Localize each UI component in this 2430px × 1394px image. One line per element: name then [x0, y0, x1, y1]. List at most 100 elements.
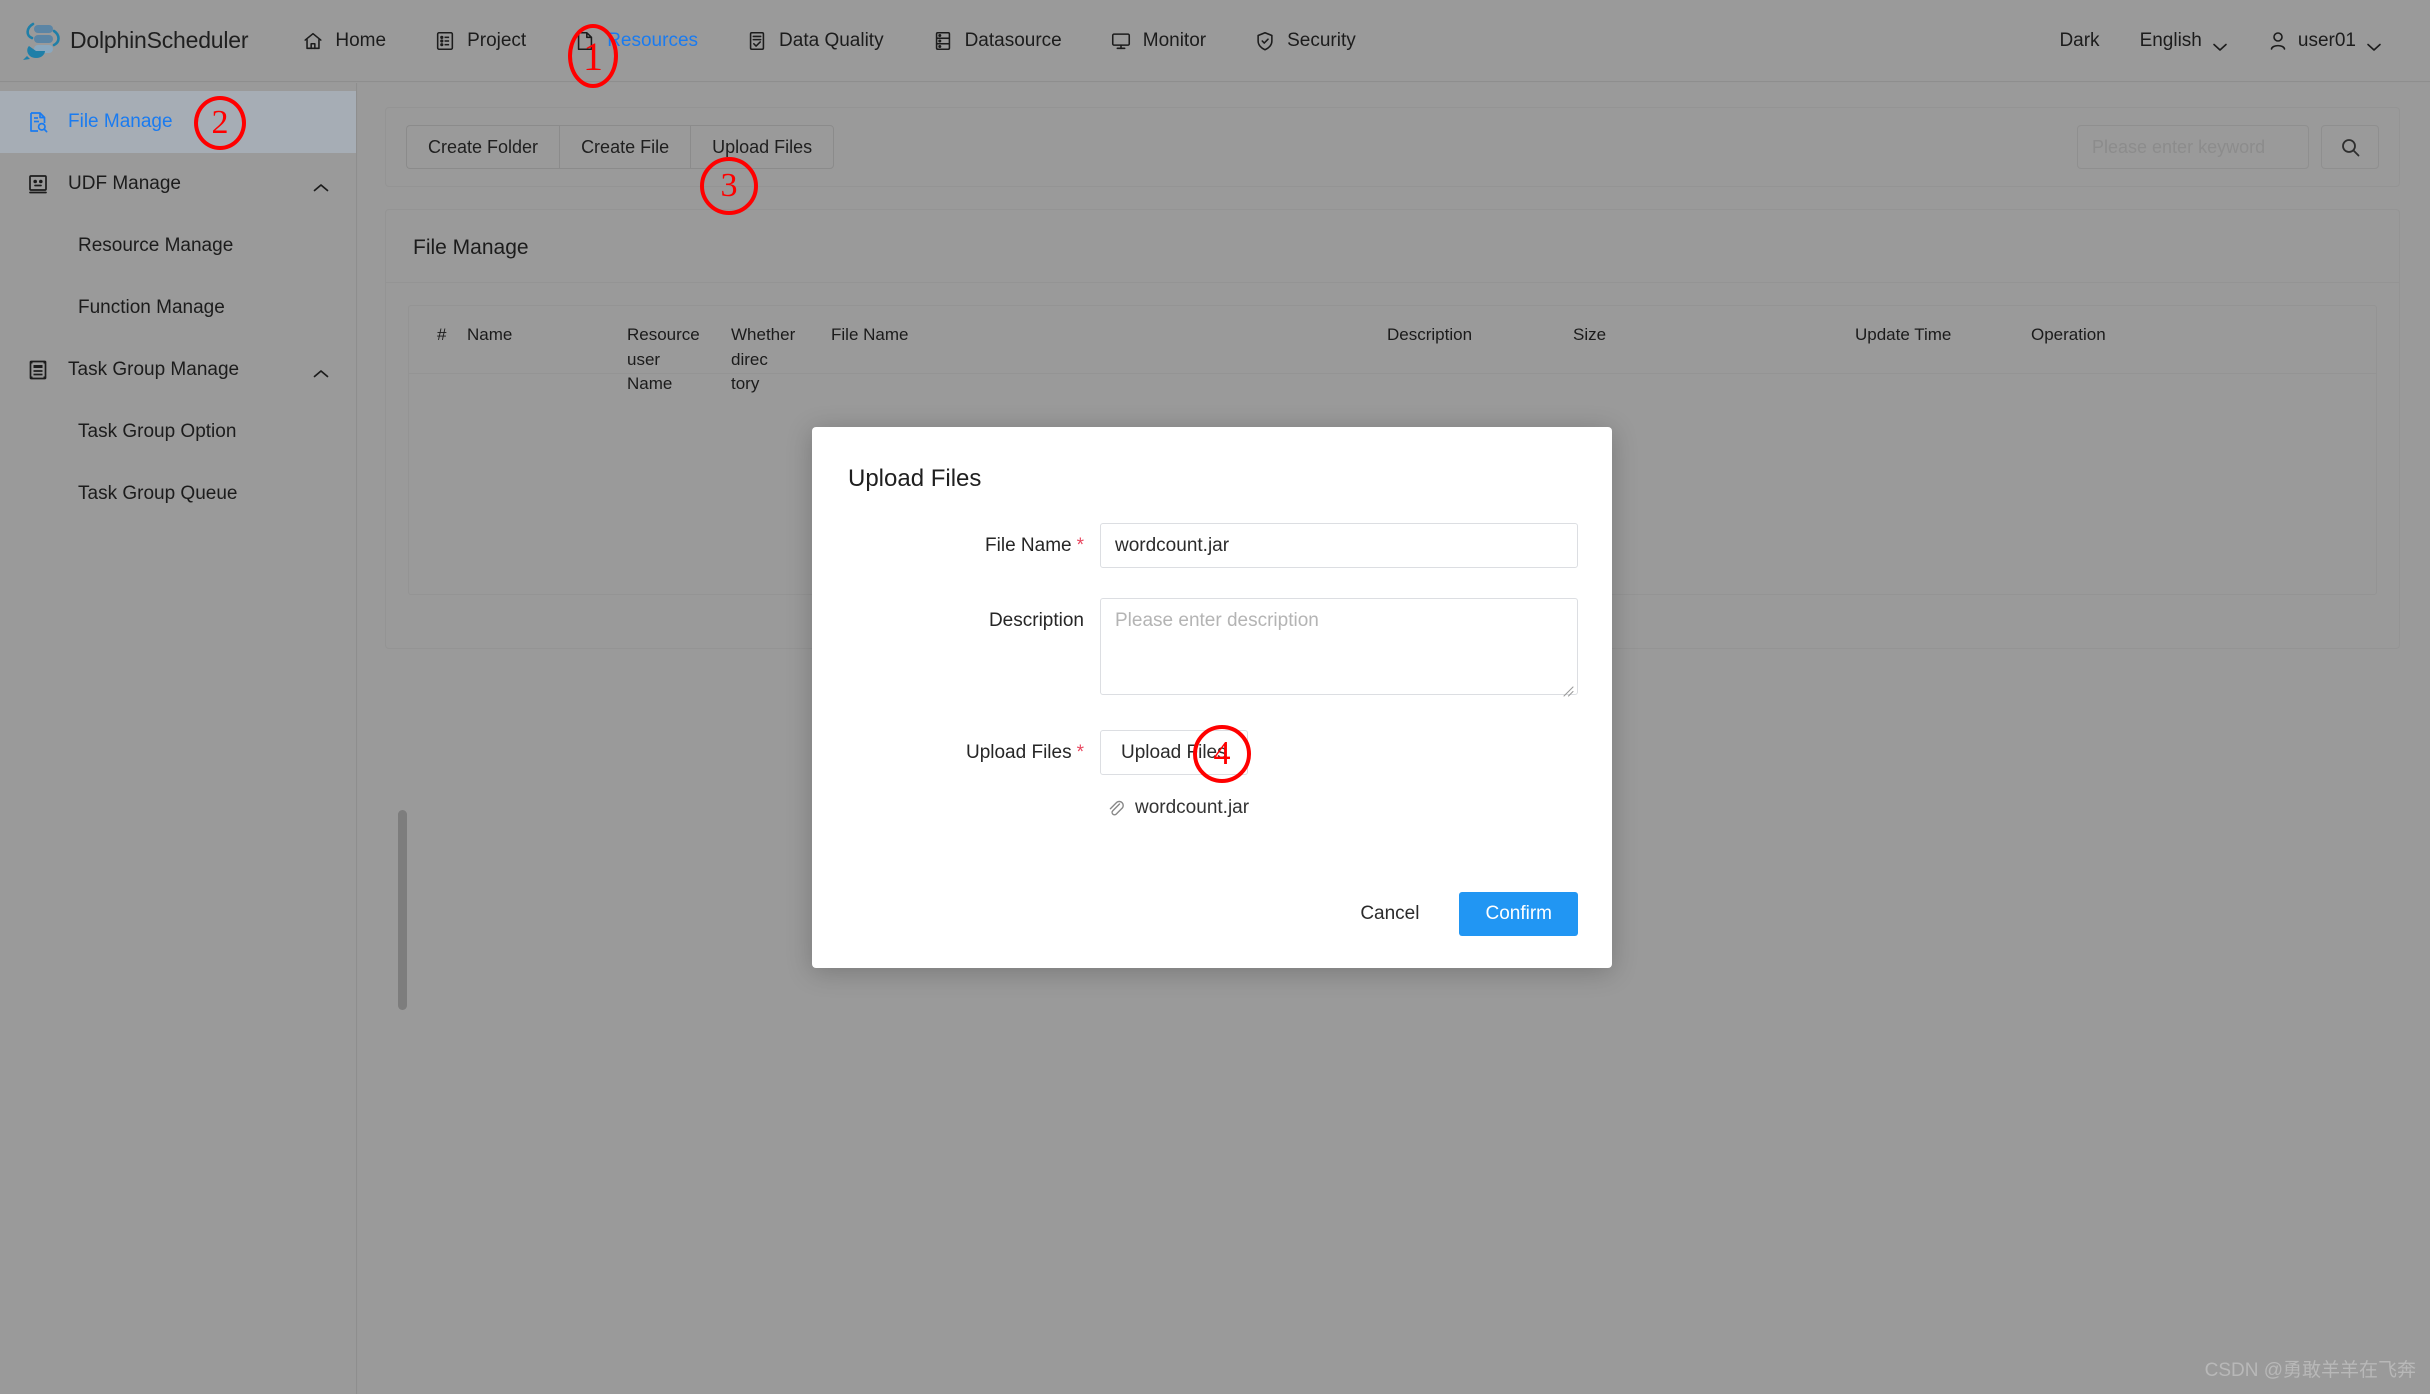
table-column-operation: Operation	[2031, 325, 2106, 344]
upload-field-wrap: Upload Files wordcount.jar	[1100, 730, 1578, 819]
nav-item-label: Datasource	[964, 29, 1062, 51]
page-title: File Manage	[386, 210, 2399, 283]
description-row: Description	[812, 598, 1612, 700]
data-quality-icon	[746, 30, 768, 52]
confirm-button[interactable]: Confirm	[1459, 892, 1578, 936]
nav-item-label: Monitor	[1142, 29, 1207, 51]
attached-file-item[interactable]: wordcount.jar	[1106, 797, 1578, 819]
file-name-row: File Name *	[812, 523, 1612, 568]
udf-manage-icon	[26, 172, 50, 196]
required-marker: *	[1076, 535, 1084, 556]
sidebar-item-label: Task Group Option	[78, 421, 237, 442]
cancel-button[interactable]: Cancel	[1338, 892, 1442, 936]
sidebar-item-function-manage[interactable]: Function Manage	[0, 277, 356, 339]
sidebar-item-label: Resource Manage	[78, 235, 234, 256]
top-navigation-bar: DolphinScheduler Home Project Resources …	[0, 0, 2430, 82]
language-selector[interactable]: English	[2120, 30, 2248, 52]
paperclip-icon	[1106, 799, 1125, 818]
chevron-up-icon[interactable]	[312, 364, 330, 378]
theme-toggle-label: Dark	[2059, 29, 2100, 51]
nav-item-label: Resources	[607, 29, 699, 51]
security-icon	[1254, 30, 1276, 52]
table-column-size: Size	[1573, 325, 1607, 344]
top-nav-right-cluster: Dark English user01	[2039, 30, 2402, 52]
chevron-up-icon[interactable]	[312, 178, 330, 192]
resize-handle-icon[interactable]	[1561, 684, 1575, 698]
file-name-input[interactable]	[1100, 523, 1578, 568]
brand-name: DolphinScheduler	[70, 27, 249, 53]
sidebar: File Manage UDF Manage Resource Manage F…	[0, 83, 357, 1394]
nav-item-datasource[interactable]: Datasource	[908, 0, 1086, 82]
nav-item-home[interactable]: Home	[278, 0, 410, 82]
theme-toggle[interactable]: Dark	[2039, 30, 2119, 52]
dialog-title: Upload Files	[848, 465, 982, 492]
upload-files-dialog-button[interactable]: Upload Files	[1100, 730, 1248, 775]
search-input[interactable]	[2077, 125, 2309, 169]
sidebar-item-label: Task Group Manage	[68, 359, 240, 380]
sidebar-item-udf-manage[interactable]: UDF Manage	[0, 153, 356, 215]
sidebar-item-task-group-manage[interactable]: Task Group Manage	[0, 339, 356, 401]
nav-item-project[interactable]: Project	[410, 0, 550, 82]
sidebar-item-file-manage[interactable]: File Manage	[0, 91, 356, 153]
nav-item-security[interactable]: Security	[1230, 0, 1380, 82]
toolbar-button-group: Create Folder Create File Upload Files	[406, 125, 835, 169]
user-menu[interactable]: user01	[2248, 30, 2402, 52]
upload-files-row: Upload Files * Upload Files wordcount.jar	[812, 730, 1612, 819]
file-name-label: File Name *	[812, 523, 1084, 557]
search-icon	[2340, 137, 2361, 158]
attached-file-name: wordcount.jar	[1135, 797, 1250, 818]
sidebar-item-label: Task Group Queue	[78, 483, 238, 504]
search-button[interactable]	[2321, 125, 2379, 169]
nav-item-monitor[interactable]: Monitor	[1086, 0, 1230, 82]
sidebar-item-label: File Manage	[68, 111, 173, 132]
sidebar-item-label: Function Manage	[78, 297, 225, 318]
nav-item-label: Data Quality	[779, 29, 884, 51]
upload-files-button[interactable]: Upload Files	[690, 125, 835, 169]
file-name-label-text: File Name	[985, 535, 1072, 556]
file-manage-icon	[26, 110, 50, 134]
resources-icon	[574, 30, 596, 52]
sidebar-item-label: UDF Manage	[68, 173, 181, 194]
nav-item-label: Project	[467, 29, 527, 51]
nav-item-label: Home	[335, 29, 387, 51]
horizontal-scrollbar-thumb[interactable]	[398, 810, 407, 1010]
upload-files-label-text: Upload Files	[965, 742, 1072, 763]
nav-item-resources[interactable]: Resources	[550, 0, 722, 82]
dolphin-logo-icon	[20, 18, 66, 64]
search-area	[2077, 125, 2379, 169]
nav-item-data-quality[interactable]: Data Quality	[722, 0, 908, 82]
task-group-manage-icon	[26, 358, 50, 382]
file-name-field-wrap	[1100, 523, 1578, 568]
table-column-index: #	[437, 325, 447, 344]
brand[interactable]: DolphinScheduler	[20, 18, 249, 64]
toolbar-card: Create Folder Create File Upload Files	[385, 107, 2400, 187]
upload-files-label: Upload Files *	[812, 730, 1084, 764]
nav-item-label: Security	[1287, 29, 1356, 51]
table-header-row: # Name Resource user Name Whether direc …	[409, 306, 2376, 393]
monitor-icon	[1110, 30, 1132, 52]
table-column-resource-user-name: Resource user Name	[627, 325, 700, 394]
sidebar-item-task-group-option[interactable]: Task Group Option	[0, 401, 356, 463]
sidebar-item-resource-manage[interactable]: Resource Manage	[0, 215, 356, 277]
description-textarea[interactable]	[1100, 598, 1578, 695]
description-label: Description	[988, 610, 1084, 631]
language-label: English	[2139, 29, 2202, 51]
dialog-footer: Cancel Confirm	[1338, 892, 1578, 936]
chevron-down-icon	[2366, 36, 2382, 51]
chevron-down-icon	[2212, 36, 2228, 51]
table-column-update-time: Update Time	[1855, 325, 1952, 344]
datasource-icon	[932, 30, 954, 52]
table-column-description: Description	[1387, 325, 1473, 344]
project-icon	[434, 30, 456, 52]
table-column-name: Name	[467, 325, 513, 344]
create-file-button[interactable]: Create File	[559, 125, 691, 169]
description-field-wrap	[1100, 598, 1578, 700]
sidebar-item-task-group-queue[interactable]: Task Group Queue	[0, 463, 356, 525]
user-name-label: user01	[2297, 29, 2356, 51]
application-root: DolphinScheduler Home Project Resources …	[0, 0, 2430, 1394]
required-marker: *	[1076, 742, 1084, 763]
top-nav-items: Home Project Resources Data Quality Data…	[278, 0, 1379, 82]
table-column-whether-directory: Whether direc tory	[731, 325, 796, 394]
create-folder-button[interactable]: Create Folder	[406, 125, 560, 169]
home-icon	[302, 30, 324, 52]
